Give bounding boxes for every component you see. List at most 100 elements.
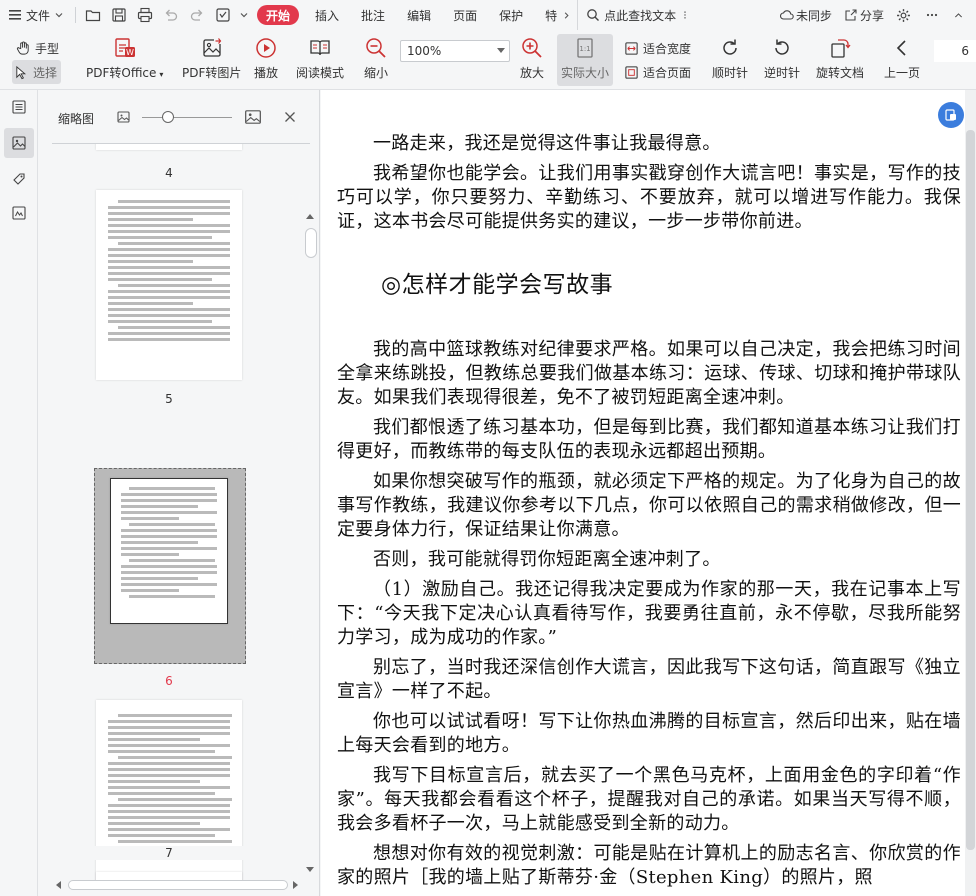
menu-right-tools: 未同步 分享 [774, 0, 976, 30]
scrollbar-thumb[interactable] [966, 130, 975, 850]
thumbnail-text-line [121, 505, 198, 508]
more-quick-access-button[interactable] [236, 0, 252, 30]
thumbnail-text-line [108, 822, 200, 825]
thumbnail-size-slider-track[interactable] [142, 117, 232, 118]
thumbnail-text-line [121, 571, 217, 574]
tab-insert[interactable]: 插入 [304, 0, 350, 30]
chevron-left-icon [896, 40, 906, 56]
open-folder-button[interactable] [80, 0, 106, 30]
close-icon[interactable] [282, 109, 298, 125]
scrollbar-thumb[interactable] [68, 880, 288, 890]
large-thumbnail-icon[interactable] [244, 108, 262, 126]
find-text-search[interactable]: 点此查找文本 [577, 0, 694, 30]
tab-special[interactable]: 特 [534, 0, 559, 30]
outline-button[interactable] [4, 92, 34, 122]
rotate-clockwise-icon [723, 39, 737, 55]
annotations-button[interactable] [4, 198, 34, 228]
select-tool-button[interactable]: 选择 [12, 60, 62, 84]
previous-page-button[interactable]: 上一页 [884, 34, 920, 86]
page-thumbnail-5[interactable] [110, 478, 228, 624]
scroll-right-arrow[interactable] [293, 881, 298, 889]
convert-button[interactable] [210, 0, 236, 30]
list-icon [12, 100, 26, 114]
annotation-icon [12, 206, 26, 220]
tab-page[interactable]: 页面 [442, 0, 488, 30]
zoom-in-button[interactable]: 放大 [520, 34, 544, 86]
save-icon [112, 8, 126, 22]
save-button[interactable] [106, 0, 132, 30]
cursor-arrow-icon [16, 65, 27, 79]
thumbnail-size-slider-handle[interactable] [162, 111, 174, 123]
zoom-level-value: 100% [407, 44, 442, 58]
thumbnail-text-line [108, 750, 216, 753]
share-icon [845, 9, 857, 21]
zoom-level-select[interactable]: 100% [400, 40, 510, 62]
thumbnail-text-line [108, 248, 230, 251]
floating-tool-button[interactable] [938, 102, 964, 128]
tab-protect[interactable]: 保护 [488, 0, 534, 30]
thumbnail-text-line [108, 726, 230, 729]
tabs-scroll-right-button[interactable] [559, 0, 573, 30]
thumbnail-text-line [108, 816, 230, 819]
thumbnail-text-line [121, 577, 198, 580]
pdf-to-office-button[interactable]: W PDF转Office ▾ [86, 34, 163, 86]
fit-options: 适合宽度 适合页面 [624, 36, 691, 84]
more-options-button[interactable] [919, 8, 947, 22]
thumbnail-horizontal-scrollbar[interactable] [52, 878, 300, 892]
rotate-counterclockwise-button[interactable]: 逆时针 [764, 34, 800, 86]
tab-annotate[interactable]: 批注 [350, 0, 396, 30]
actual-size-button[interactable]: 1:1 实际大小 [557, 34, 613, 86]
undo-button[interactable] [158, 0, 184, 30]
file-menu[interactable]: 文件 [0, 0, 71, 30]
play-button[interactable]: 播放 [254, 34, 278, 86]
scroll-left-arrow[interactable] [56, 881, 61, 889]
document-view[interactable]: 一路走来，我还是觉得这件事让我最得意。 我希望你也能学会。让我们用事实戳穿创作大谎… [321, 90, 976, 896]
print-button[interactable] [132, 0, 158, 30]
paragraph: 我写下目标宣言后，就去买了一个黑色马克杯，上面用金色的字印着“作家”。每天我都会… [337, 765, 961, 834]
pdf-to-image-button[interactable]: PDF转图片 [182, 34, 241, 86]
fit-page-button[interactable]: 适合页面 [624, 60, 691, 84]
thumbnail-text-line [108, 206, 230, 209]
thumbnail-text-line [108, 738, 200, 741]
more-vertical-icon [684, 11, 686, 19]
page-number-input[interactable]: 6 [934, 40, 976, 62]
bookmarks-button[interactable] [4, 164, 34, 194]
tag-icon [13, 173, 25, 185]
fit-width-label: 适合宽度 [643, 41, 692, 56]
hand-tool-button[interactable]: 手型 [16, 36, 59, 60]
thumbnail-text-line [108, 218, 194, 221]
thumbnail-vertical-scrollbar[interactable] [300, 144, 320, 886]
undo-icon [165, 9, 178, 21]
rotate-clockwise-label: 顺时针 [712, 66, 749, 80]
thumbnail-text-line [117, 798, 233, 801]
rotate-clockwise-button[interactable]: 顺时针 [712, 34, 748, 86]
zoom-out-button[interactable]: 缩小 [364, 34, 388, 86]
fit-width-button[interactable]: 适合宽度 [624, 36, 691, 60]
redo-button[interactable] [184, 0, 210, 30]
scrollbar-thumb[interactable] [305, 228, 317, 258]
redo-icon [190, 9, 203, 21]
scroll-down-arrow[interactable] [306, 867, 314, 872]
page-thumbnail-4[interactable] [96, 190, 242, 380]
share-button[interactable]: 分享 [838, 7, 890, 24]
sync-status-button[interactable]: 未同步 [774, 7, 838, 24]
thumbnail-text-line [128, 523, 216, 526]
small-thumbnail-icon[interactable] [116, 109, 132, 125]
scroll-up-arrow[interactable] [306, 214, 314, 219]
thumbnail-text-line [108, 744, 230, 747]
tab-edit[interactable]: 编辑 [396, 0, 442, 30]
rotate-document-button[interactable]: 旋转文档 [816, 34, 864, 86]
page-thumbnail-3[interactable] [96, 144, 242, 150]
settings-button[interactable] [890, 8, 919, 23]
tab-start[interactable]: 开始 [257, 5, 300, 25]
collapse-ribbon-button[interactable] [947, 10, 976, 21]
read-mode-button[interactable]: 阅读模式 [296, 34, 344, 86]
thumbnail-text-line [108, 762, 230, 765]
document-vertical-scrollbar[interactable] [965, 90, 976, 896]
thumbnails-button[interactable] [4, 128, 34, 158]
hand-icon [16, 40, 29, 55]
thumbnail-text-line [121, 511, 217, 514]
svg-text:W: W [126, 48, 134, 57]
thumbnail-text-line [128, 487, 216, 490]
thumbnail-text-line [128, 595, 216, 598]
